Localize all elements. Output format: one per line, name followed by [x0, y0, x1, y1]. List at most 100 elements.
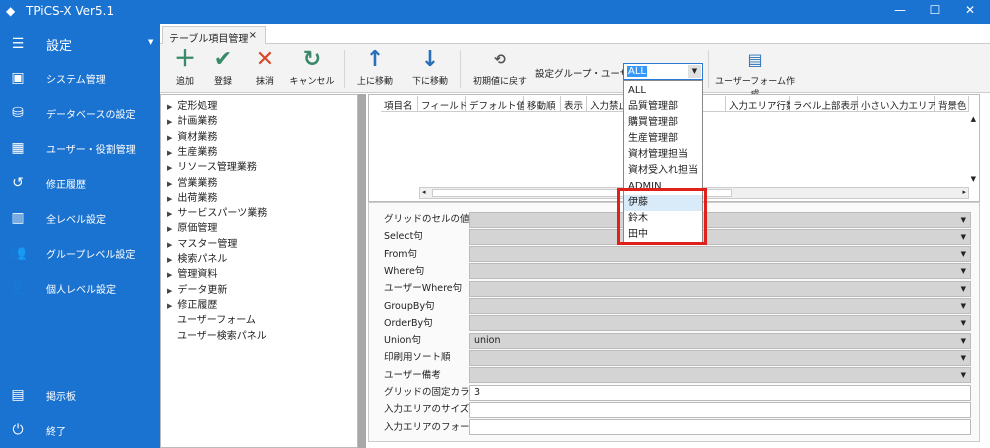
- scroll-up-icon[interactable]: ▲: [971, 115, 976, 123]
- grid-column-header[interactable]: 表示: [561, 96, 587, 112]
- form-field[interactable]: 3: [469, 384, 971, 401]
- form-field[interactable]: [469, 419, 971, 436]
- tree-node[interactable]: ▶ 生産業務: [167, 143, 217, 158]
- form-field[interactable]: ▼: [469, 315, 971, 332]
- chevron-down-icon[interactable]: ▼: [961, 230, 966, 244]
- expand-arrow-icon[interactable]: ▶: [167, 287, 172, 295]
- grid-column-header[interactable]: 項目名: [381, 96, 418, 112]
- sidebar-item[interactable]: ⏻ 終了: [8, 418, 66, 442]
- expand-arrow-icon[interactable]: ▶: [167, 149, 172, 157]
- expand-arrow-icon[interactable]: ▶: [167, 210, 172, 218]
- chevron-down-icon[interactable]: ▼: [961, 351, 966, 365]
- reset-default-button[interactable]: ⟲ 初期値に戻す: [468, 46, 532, 87]
- expand-arrow-icon[interactable]: ▶: [167, 195, 172, 203]
- expand-arrow-icon[interactable]: ▶: [167, 118, 172, 126]
- delete-button[interactable]: ✕ 抹消: [240, 46, 290, 87]
- chevron-down-icon[interactable]: ▼: [961, 299, 966, 313]
- expand-arrow-icon[interactable]: ▶: [167, 302, 172, 310]
- move-down-button[interactable]: ↓ 下に移動: [405, 46, 455, 87]
- form-field[interactable]: ▼: [469, 298, 971, 314]
- dropdown-option[interactable]: 品質管理部: [624, 99, 702, 115]
- tree-leaf[interactable]: ユーザーフォーム: [177, 311, 256, 326]
- dropdown-option[interactable]: 資材受入れ担当: [624, 163, 702, 179]
- close-window-button[interactable]: ✕: [960, 3, 980, 17]
- grid-column-header[interactable]: 入力禁止: [587, 96, 628, 112]
- tree-node[interactable]: ▶ 原価管理: [167, 219, 217, 234]
- chevron-down-icon[interactable]: ▼: [961, 213, 966, 227]
- form-label: ユーザーWhere句: [384, 283, 463, 295]
- tree-node[interactable]: ▶ 計画業務: [167, 112, 217, 127]
- expand-arrow-icon[interactable]: ▶: [167, 180, 172, 188]
- splitter-handle[interactable]: [358, 94, 366, 448]
- expand-arrow-icon[interactable]: ▶: [167, 225, 172, 233]
- sidebar-menu-toggle[interactable]: ☰ 設定: [8, 32, 72, 56]
- create-user-form-button[interactable]: ▤ユーザーフォーム作成: [715, 46, 795, 100]
- grid-column-header[interactable]: 背景色: [935, 96, 969, 112]
- expand-arrow-icon[interactable]: ▶: [167, 271, 172, 279]
- scroll-left-icon[interactable]: ◂: [422, 188, 426, 196]
- form-field[interactable]: union ▼: [469, 332, 971, 349]
- sidebar-item[interactable]: ▣ システム管理: [8, 66, 105, 90]
- cancel-button[interactable]: ↻ キャンセル: [287, 46, 337, 87]
- tree-node[interactable]: ▶ 資材業務: [167, 128, 217, 143]
- tree-node[interactable]: ▶ 修正履歴: [167, 296, 217, 311]
- grid-column-header[interactable]: フィールド名: [418, 96, 478, 112]
- dropdown-option[interactable]: 生産管理部: [624, 131, 702, 147]
- chevron-down-icon[interactable]: ▼: [961, 368, 966, 382]
- tree-node[interactable]: ▶ マスター管理: [167, 235, 237, 250]
- form-field[interactable]: ▼: [469, 349, 971, 366]
- group-user-select[interactable]: ALL ▼: [623, 63, 703, 80]
- form-field-value: 3: [474, 386, 481, 398]
- form-field[interactable]: ▼: [469, 367, 971, 384]
- grid-column-header[interactable]: デフォルト値: [466, 96, 526, 112]
- form-field[interactable]: ▼: [469, 246, 971, 263]
- scroll-down-icon[interactable]: ▼: [971, 175, 976, 183]
- chevron-down-icon[interactable]: ▼: [961, 282, 966, 296]
- sidebar-item[interactable]: ▦ ユーザー・役割管理: [8, 136, 135, 160]
- form-field[interactable]: ▼: [469, 263, 971, 280]
- maximize-button[interactable]: ☐: [925, 3, 945, 17]
- move-up-button[interactable]: ↑ 上に移動: [350, 46, 400, 87]
- sidebar-item[interactable]: 👤 個人レベル設定: [8, 276, 116, 300]
- sidebar-item[interactable]: ▤ 掲示板: [8, 383, 76, 407]
- form-field[interactable]: ▼: [469, 280, 971, 297]
- tree-node[interactable]: ▶ 定形処理: [167, 97, 217, 112]
- tree-node[interactable]: ▶ サービスパーツ業務: [167, 204, 267, 219]
- sidebar-item[interactable]: ↺ 修正履歴: [8, 171, 86, 195]
- minimize-button[interactable]: —: [890, 3, 910, 17]
- dropdown-option[interactable]: 購買管理部: [624, 115, 702, 131]
- tree-leaf[interactable]: ユーザー検索パネル: [177, 327, 267, 342]
- sidebar-item[interactable]: 👥 グループレベル設定: [8, 241, 135, 265]
- chevron-down-icon[interactable]: ▼: [961, 334, 966, 348]
- tree-node[interactable]: ▶ 検索パネル: [167, 250, 227, 265]
- grid-column-header[interactable]: 小さい入力エリア: [858, 96, 937, 112]
- form-field[interactable]: [469, 401, 971, 418]
- chevron-down-icon[interactable]: ▼: [961, 316, 966, 330]
- expand-arrow-icon[interactable]: ▶: [167, 256, 172, 264]
- form-field[interactable]: ▼: [469, 211, 971, 228]
- expand-arrow-icon[interactable]: ▶: [167, 241, 172, 249]
- close-tab-icon[interactable]: ×: [249, 30, 257, 41]
- grid-column-header[interactable]: 移動順: [524, 96, 561, 112]
- tree-node[interactable]: ▶ 営業業務: [167, 174, 217, 189]
- scroll-right-icon[interactable]: ▸: [962, 188, 966, 196]
- chevron-down-icon[interactable]: ▼: [688, 65, 701, 78]
- grid-column-header[interactable]: ラベル上部表示: [790, 96, 860, 112]
- chevron-down-icon[interactable]: ▼: [961, 264, 966, 278]
- expand-arrow-icon[interactable]: ▶: [167, 134, 172, 142]
- tree-node[interactable]: ▶ 出荷業務: [167, 189, 217, 204]
- sidebar-item[interactable]: ⛁ データベースの設定: [8, 101, 135, 125]
- collapse-arrow-icon[interactable]: ▼: [148, 38, 153, 46]
- dropdown-option[interactable]: 資材管理担当: [624, 147, 702, 163]
- tree-node[interactable]: ▶ 管理資料: [167, 265, 217, 280]
- dropdown-option[interactable]: ALL: [624, 83, 702, 99]
- tree-node[interactable]: ▶ リソース管理業務: [167, 158, 257, 173]
- tab-table-item-management[interactable]: テーブル項目管理 ×: [162, 26, 266, 45]
- tree-node[interactable]: ▶ データ更新: [167, 281, 227, 296]
- form-field[interactable]: ▼: [469, 228, 971, 245]
- chevron-down-icon[interactable]: ▼: [961, 247, 966, 261]
- expand-arrow-icon[interactable]: ▶: [167, 103, 172, 111]
- sidebar-item[interactable]: ▥ 全レベル設定: [8, 206, 106, 230]
- grid-column-header[interactable]: 入力エリア行数: [726, 96, 796, 112]
- expand-arrow-icon[interactable]: ▶: [167, 164, 172, 172]
